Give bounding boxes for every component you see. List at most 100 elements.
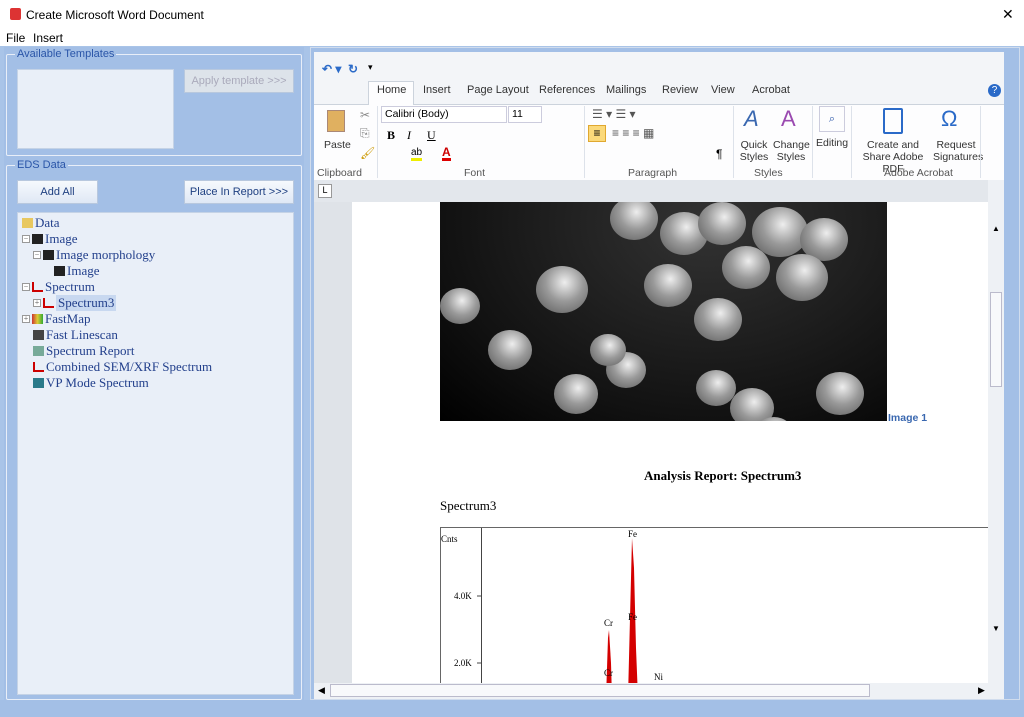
tab-review[interactable]: Review: [662, 84, 698, 96]
editing-button[interactable]: Editing: [816, 137, 848, 149]
tree-label: Data: [35, 215, 60, 230]
horizontal-scrollbar[interactable]: ◀ ▶: [314, 683, 1004, 699]
request-signatures-button[interactable]: Request Signatures: [933, 139, 983, 163]
eds-tree[interactable]: Data − Image − Image morphology Image − Spe…: [17, 212, 294, 695]
copy-icon[interactable]: ⎘: [360, 126, 370, 141]
spectrum-icon: [32, 282, 43, 292]
paste-button[interactable]: Paste: [324, 139, 351, 151]
scroll-down-icon[interactable]: ▼: [992, 624, 1000, 633]
tree-item-data[interactable]: Data: [22, 215, 60, 231]
tree-label: Image: [45, 231, 78, 246]
tree-label: Spectrum Report: [46, 343, 135, 358]
tab-home[interactable]: Home: [377, 84, 406, 96]
change-styles-button[interactable]: Change Styles: [773, 139, 810, 163]
cut-icon[interactable]: ✂: [360, 108, 370, 122]
peak-fe: [628, 538, 638, 683]
menu-bar: File Insert: [0, 30, 1024, 46]
scroll-up-icon[interactable]: ▲: [992, 224, 1000, 233]
spectrum-chart: Cnts 4.0K 2.0K Fe Fe Cr Cr Ni: [440, 527, 988, 683]
templates-list[interactable]: [17, 69, 174, 149]
document-area: Image 1 Analysis Report: Spectrum3 Spect…: [314, 202, 988, 683]
highlight-icon[interactable]: ab: [411, 147, 423, 161]
align-icons[interactable]: ≡ ≡ ≡ ▦: [612, 126, 654, 140]
tree-item-spectrum[interactable]: − Spectrum: [22, 279, 95, 295]
tree-label: VP Mode Spectrum: [46, 375, 149, 390]
tree-label: Fast Linescan: [46, 327, 118, 342]
spectrum-heading: Spectrum3: [440, 498, 497, 513]
tab-acrobat[interactable]: Acrobat: [752, 84, 790, 96]
vertical-scroll-thumb[interactable]: [990, 292, 1002, 387]
group-font: Font: [464, 167, 486, 179]
app-icon: [10, 8, 21, 20]
tree-item-image-child[interactable]: Image: [54, 263, 99, 279]
tree-item-image-morphology[interactable]: − Image morphology: [33, 247, 155, 263]
scroll-right-icon[interactable]: ▶: [978, 685, 985, 696]
font-size-value: 11: [512, 108, 523, 120]
quick-styles-button[interactable]: Quick Styles: [737, 139, 771, 163]
paste-icon: [327, 110, 345, 132]
collapse-icon: −: [22, 282, 30, 291]
expand-icon: +: [22, 314, 30, 323]
folder-icon: [22, 218, 33, 228]
close-button[interactable]: ✕: [1002, 6, 1014, 23]
tab-view[interactable]: View: [711, 84, 735, 96]
tree-item-spectrum3[interactable]: + Spectrum3: [33, 295, 117, 311]
add-all-button[interactable]: Add All: [17, 180, 98, 204]
italic-button[interactable]: I: [407, 128, 411, 143]
font-name-select[interactable]: Calibri (Body): [381, 106, 507, 123]
particle: [644, 264, 692, 308]
status-bar: [0, 700, 1024, 717]
horizontal-scroll-thumb[interactable]: [330, 684, 870, 697]
customize-toolbar-icon[interactable]: ▾: [368, 62, 373, 73]
tree-item-image[interactable]: − Image: [22, 231, 77, 247]
spectrum-icon: [43, 298, 54, 308]
pilcrow-icon[interactable]: ¶: [716, 147, 722, 161]
tree-label: Spectrum: [45, 279, 95, 294]
particle: [722, 246, 770, 290]
help-icon[interactable]: ?: [988, 84, 1001, 97]
redo-icon[interactable]: ↻: [348, 62, 358, 76]
particle: [488, 330, 532, 370]
vertical-scrollbar[interactable]: ▲ ▼: [988, 180, 1004, 683]
report-title: Analysis Report: Spectrum3: [644, 468, 802, 483]
place-in-report-button[interactable]: Place In Report >>>: [184, 180, 294, 204]
menu-file[interactable]: File: [6, 31, 25, 45]
font-color-icon[interactable]: A: [442, 146, 451, 161]
tab-page-layout[interactable]: Page Layout: [467, 84, 529, 96]
bullets-icon[interactable]: ☰ ▾ ☰ ▾: [592, 107, 636, 121]
camera-icon: [32, 234, 43, 244]
tab-selector-icon[interactable]: L: [318, 184, 332, 198]
particle: [440, 288, 480, 324]
scroll-left-icon[interactable]: ◀: [318, 685, 325, 696]
tab-insert[interactable]: Insert: [423, 84, 451, 96]
document-page[interactable]: Image 1 Analysis Report: Spectrum3 Spect…: [352, 202, 988, 683]
expand-icon: +: [33, 298, 41, 307]
tree-item-combined-spectrum[interactable]: Combined SEM/XRF Spectrum: [33, 359, 212, 375]
tab-references[interactable]: References: [539, 84, 595, 96]
bold-button[interactable]: B: [387, 128, 395, 143]
left-panel: Available Templates Apply template >>> E…: [4, 47, 304, 700]
tree-label: Image morphology: [56, 247, 156, 262]
menu-insert[interactable]: Insert: [33, 31, 63, 45]
undo-icon[interactable]: ↶ ▾: [322, 62, 341, 76]
find-icon: ⌕: [819, 106, 845, 132]
underline-button[interactable]: U: [427, 128, 436, 143]
templates-group: Available Templates Apply template >>>: [6, 48, 302, 156]
tree-label: Image: [67, 263, 100, 278]
tree-item-fastmap[interactable]: + FastMap: [22, 311, 91, 327]
collapse-icon: −: [33, 250, 41, 259]
eds-label: EDS Data: [15, 159, 68, 171]
group-adobe-acrobat: Adobe Acrobat: [884, 167, 953, 179]
tree-item-spectrum-report[interactable]: Spectrum Report: [33, 343, 134, 359]
apply-template-button[interactable]: Apply template >>>: [184, 69, 294, 93]
format-painter-icon[interactable]: 🖌: [360, 146, 375, 160]
font-size-select[interactable]: 11: [508, 106, 542, 123]
peak-label-fe: Fe: [628, 529, 637, 539]
align-left-button[interactable]: ≡: [588, 125, 606, 142]
tree-label: Spectrum3: [56, 295, 117, 311]
tree-item-vp-mode[interactable]: VP Mode Spectrum: [33, 375, 149, 391]
image-caption: Image 1: [888, 412, 928, 424]
tree-item-fast-linescan[interactable]: Fast Linescan: [33, 327, 118, 343]
quick-styles-icon: A: [744, 106, 759, 131]
tab-mailings[interactable]: Mailings: [606, 84, 646, 96]
